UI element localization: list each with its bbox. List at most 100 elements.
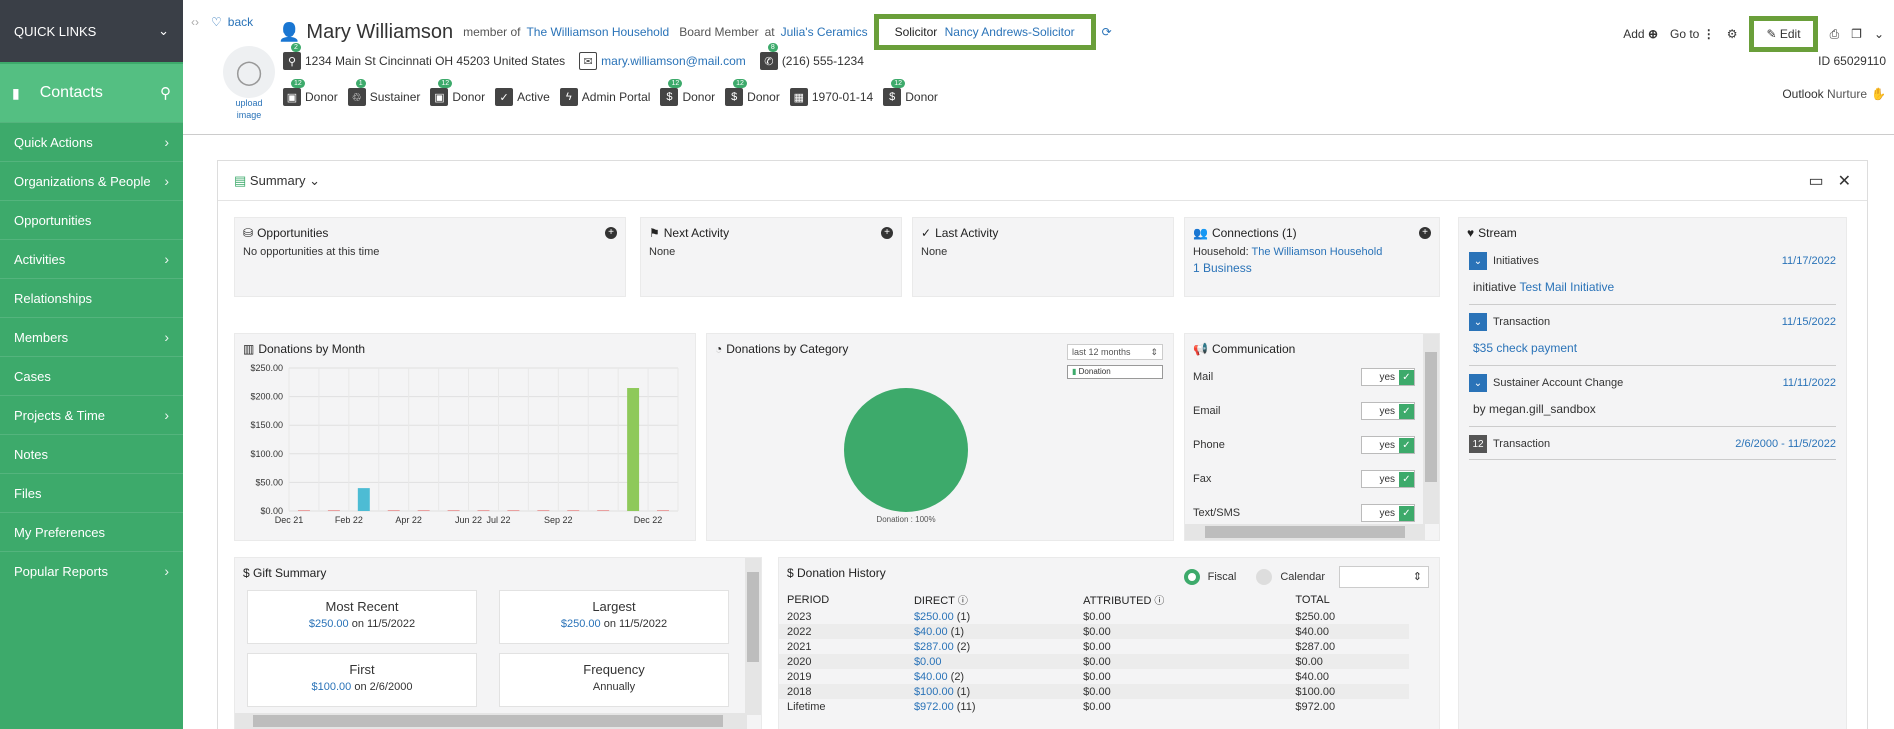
sidebar-item[interactable]: Members › (0, 317, 183, 356)
gift-scrollbar[interactable] (745, 558, 761, 715)
back-link[interactable]: back (228, 15, 253, 29)
bar[interactable] (327, 510, 340, 511)
sidebar-item[interactable]: Popular Reports › (0, 551, 183, 590)
module-header[interactable]: ▮ Contacts ⚲ (0, 64, 183, 122)
upload-image-link[interactable]: upload image (223, 97, 275, 121)
info-icon[interactable]: ⓘ (1154, 596, 1164, 607)
communication-toggle[interactable]: yes ✓ (1361, 504, 1415, 522)
pie-slice[interactable] (844, 388, 968, 512)
tag-chip[interactable]: ✓ Active (495, 88, 550, 106)
bar[interactable] (537, 510, 550, 511)
stream-body-link[interactable]: Test Mail Initiative (1519, 280, 1614, 294)
sidebar-item[interactable]: My Preferences (0, 512, 183, 551)
close-icon[interactable]: ✕ (1838, 171, 1851, 191)
fiscal-radio[interactable] (1183, 569, 1200, 585)
tag-chip[interactable]: ϟ Admin Portal (559, 88, 650, 106)
bar[interactable] (387, 510, 400, 511)
stream-toggle[interactable]: ⌄ (1469, 374, 1487, 392)
tag-chip[interactable]: 12 ▣ Donor (283, 79, 338, 106)
stream-toggle[interactable]: 12 (1469, 435, 1487, 453)
add-connection-icon[interactable]: + (1419, 227, 1431, 239)
sidebar-item[interactable]: Activities › (0, 239, 183, 278)
employer-link[interactable]: Julia's Ceramics (781, 25, 868, 39)
communication-toggle[interactable]: yes ✓ (1361, 470, 1415, 488)
add-button[interactable]: Add ⊕ (1623, 27, 1658, 41)
print-icon[interactable]: ⎙ (1830, 27, 1840, 42)
copy-icon[interactable]: ❐ (1851, 27, 1862, 41)
edit-button[interactable]: ✎ Edit (1749, 16, 1818, 52)
gift-hscroll-thumb[interactable] (253, 715, 723, 727)
add-opportunity-icon[interactable]: + (605, 227, 617, 239)
bar[interactable] (507, 510, 520, 511)
tag-chip[interactable]: 12 $ Donor (883, 79, 938, 106)
most-recent-amount[interactable]: $250.00 (309, 618, 349, 630)
direct-amount-link[interactable]: $0.00 (914, 656, 942, 668)
maximize-icon[interactable]: ▭ (1808, 171, 1823, 191)
stream-body-link[interactable]: $35 check payment (1473, 341, 1577, 355)
quick-links-toggle[interactable]: QUICK LINKS ⌄ (0, 0, 183, 62)
direct-amount-link[interactable]: $972.00 (914, 701, 954, 713)
comm-hscrollbar[interactable] (1185, 524, 1425, 540)
sidebar-item[interactable]: Notes (0, 434, 183, 473)
calendar-radio[interactable] (1256, 569, 1273, 585)
sidebar-item[interactable]: Cases (0, 356, 183, 395)
email-chip[interactable]: ✉ mary.williamson@mail.com (579, 52, 746, 70)
stream-toggle[interactable]: ⌄ (1469, 313, 1487, 331)
sidebar-item[interactable]: Projects & Time › (0, 395, 183, 434)
tag-chip[interactable]: 12 $ Donor (660, 79, 715, 106)
comm-scrollbar[interactable] (1423, 334, 1439, 524)
prev-next-icon[interactable]: ‹› (191, 15, 199, 29)
direct-amount-link[interactable]: $40.00 (914, 626, 948, 638)
bar[interactable] (297, 510, 310, 511)
bar[interactable] (357, 488, 370, 511)
sidebar-item[interactable]: Relationships (0, 278, 183, 317)
info-icon[interactable]: ⓘ (958, 596, 968, 607)
direct-amount-link[interactable]: $250.00 (914, 611, 954, 623)
gear-icon[interactable]: ⚙ (1727, 27, 1738, 41)
bar[interactable] (627, 388, 640, 511)
avatar[interactable]: ◯ (223, 46, 275, 98)
back-nav[interactable]: ‹› ♡ back (191, 15, 253, 29)
search-icon[interactable]: ⚲ (160, 84, 171, 102)
tag-chip[interactable]: 1 ♲ Sustainer (347, 79, 420, 106)
tag-chip[interactable]: 12 ▣ Donor (430, 79, 485, 106)
communication-toggle[interactable]: yes ✓ (1361, 402, 1415, 420)
chevron-down-icon[interactable]: ⌄ (1874, 27, 1884, 41)
refresh-icon[interactable]: ⟳ (1102, 25, 1112, 39)
bar[interactable] (477, 510, 490, 511)
address-chip[interactable]: 2 ⚲ 1234 Main St Cincinnati OH 45203 Uni… (283, 43, 565, 70)
comm-scroll-thumb[interactable] (1425, 352, 1437, 482)
year-select[interactable]: ⇕ (1339, 566, 1429, 588)
gift-scroll-thumb[interactable] (747, 572, 759, 662)
gift-hscrollbar[interactable] (235, 713, 747, 729)
sidebar-item[interactable]: Quick Actions › (0, 122, 183, 161)
phone-chip[interactable]: 8 ✆ (216) 555-1234 (759, 43, 864, 70)
sidebar-item[interactable]: Files (0, 473, 183, 512)
connection-household-link[interactable]: The Williamson Household (1252, 246, 1383, 258)
first-amount[interactable]: $100.00 (312, 681, 352, 693)
sidebar-item[interactable]: Organizations & People › (0, 161, 183, 200)
bar[interactable] (447, 510, 460, 511)
solicitor-link[interactable]: Nancy Andrews-Solicitor (945, 25, 1075, 39)
bar[interactable] (657, 510, 670, 511)
direct-amount-link[interactable]: $40.00 (914, 671, 948, 683)
communication-toggle[interactable]: yes ✓ (1361, 436, 1415, 454)
stream-toggle[interactable]: ⌄ (1469, 252, 1487, 270)
household-link[interactable]: The Williamson Household (526, 25, 669, 39)
bar[interactable] (597, 510, 610, 511)
communication-toggle[interactable]: yes ✓ (1361, 368, 1415, 386)
sidebar-item[interactable]: Opportunities (0, 200, 183, 239)
goto-button[interactable]: Go to ⋮ (1670, 27, 1715, 41)
summary-dropdown[interactable]: ▤ Summary ⌄ (234, 173, 320, 189)
comm-hscroll-thumb[interactable] (1205, 526, 1405, 538)
email-link[interactable]: mary.williamson@mail.com (601, 54, 746, 68)
tag-chip[interactable]: 12 $ Donor (725, 79, 780, 106)
direct-amount-link[interactable]: $100.00 (914, 686, 954, 698)
add-activity-icon[interactable]: + (881, 227, 893, 239)
bar[interactable] (417, 510, 430, 511)
tag-chip[interactable]: ▦ 1970-01-14 (789, 88, 873, 106)
direct-amount-link[interactable]: $287.00 (914, 641, 954, 653)
business-link[interactable]: 1 Business (1193, 261, 1252, 275)
bar[interactable] (567, 510, 580, 511)
largest-amount[interactable]: $250.00 (561, 618, 601, 630)
